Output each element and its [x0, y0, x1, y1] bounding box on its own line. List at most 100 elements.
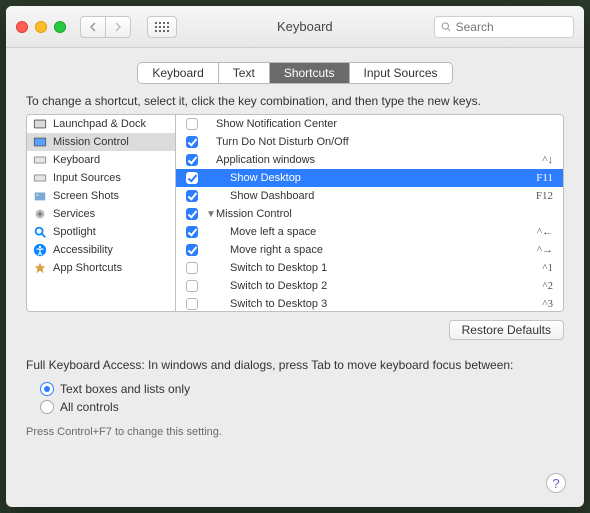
mission-icon [33, 135, 47, 149]
checkbox[interactable] [186, 136, 198, 148]
hint-text: Press Control+F7 to change this setting. [6, 420, 584, 444]
traffic-lights [16, 21, 66, 33]
checkbox[interactable] [186, 244, 198, 256]
checkbox[interactable] [186, 226, 198, 238]
checkbox[interactable] [186, 172, 198, 184]
shortcut-key: ^↓ [542, 154, 553, 166]
spotlight-icon [33, 225, 47, 239]
radio-option[interactable]: Text boxes and lists only [40, 380, 550, 398]
category-label: Mission Control [53, 136, 129, 148]
checkbox[interactable] [186, 154, 198, 166]
accessibility-icon [33, 243, 47, 257]
zoom-icon[interactable] [54, 21, 66, 33]
shortcut-key: F11 [536, 172, 553, 184]
shortcut-key: ^→ [537, 244, 553, 256]
checkbox[interactable] [186, 208, 198, 220]
shortcut-label: Show Dashboard [216, 190, 536, 202]
shortcut-row[interactable]: Application windows^↓ [176, 151, 563, 169]
shortcut-label: Show Notification Center [216, 118, 553, 130]
category-label: App Shortcuts [53, 262, 122, 274]
shortcut-row[interactable]: Move left a space^← [176, 223, 563, 241]
keyboard-icon [33, 153, 47, 167]
radio-icon[interactable] [40, 400, 54, 414]
help-button[interactable]: ? [546, 473, 566, 493]
shortcut-label: Move left a space [216, 226, 537, 238]
shortcut-label: Turn Do Not Disturb On/Off [216, 136, 553, 148]
shortcut-key: ^1 [542, 262, 553, 274]
category-input-sources[interactable]: Input Sources [27, 169, 175, 187]
tab-shortcuts[interactable]: Shortcuts [270, 63, 350, 83]
checkbox[interactable] [186, 118, 198, 130]
shortcut-key: ^2 [542, 280, 553, 292]
radio-option[interactable]: All controls [40, 398, 550, 416]
category-label: Services [53, 208, 95, 220]
checkbox[interactable] [186, 190, 198, 202]
checkbox[interactable] [186, 280, 198, 292]
disclosure-triangle-icon[interactable]: ▼ [206, 209, 216, 220]
titlebar: Keyboard [6, 6, 584, 48]
search-field[interactable] [434, 16, 574, 38]
shortcut-row[interactable]: Show Notification Center [176, 115, 563, 133]
shortcut-label: Mission Control [216, 208, 553, 220]
shortcut-label: Application windows [216, 154, 542, 166]
launchpad-icon [33, 117, 47, 131]
preferences-window: Keyboard KeyboardTextShortcutsInput Sour… [6, 6, 584, 507]
restore-defaults-button[interactable]: Restore Defaults [449, 320, 564, 340]
shortcut-key: ^← [537, 226, 553, 238]
shortcut-row[interactable]: Switch to Desktop 2^2 [176, 277, 563, 295]
shortcut-label: Show Desktop [216, 172, 536, 184]
shortcut-row[interactable]: Switch to Desktop 1^1 [176, 259, 563, 277]
tab-keyboard[interactable]: Keyboard [138, 63, 218, 83]
category-label: Keyboard [53, 154, 100, 166]
category-keyboard[interactable]: Keyboard [27, 151, 175, 169]
services-icon [33, 207, 47, 221]
radio-icon[interactable] [40, 382, 54, 396]
search-icon [441, 21, 452, 33]
category-label: Launchpad & Dock [53, 118, 146, 130]
tab-bar: KeyboardTextShortcutsInput Sources [6, 48, 584, 94]
category-services[interactable]: Services [27, 205, 175, 223]
shortcut-row[interactable]: Switch to Desktop 3^3 [176, 295, 563, 312]
shortcut-label: Switch to Desktop 3 [216, 298, 542, 310]
appshortcut-icon [33, 261, 47, 275]
category-label: Accessibility [53, 244, 113, 256]
shortcut-key: F12 [536, 190, 553, 202]
forward-button[interactable] [105, 16, 131, 38]
keyboard-access-radios: Text boxes and lists only All controls [6, 376, 584, 420]
category-list[interactable]: Launchpad & Dock Mission Control Keyboard I… [26, 114, 176, 312]
shortcut-list[interactable]: Show Notification Center Turn Do Not Dist… [176, 114, 564, 312]
tab-text[interactable]: Text [219, 63, 270, 83]
tab-input-sources[interactable]: Input Sources [350, 63, 452, 83]
show-all-button[interactable] [147, 16, 177, 38]
category-spotlight[interactable]: Spotlight [27, 223, 175, 241]
category-screen-shots[interactable]: Screen Shots [27, 187, 175, 205]
shortcut-row[interactable]: ▼Mission Control [176, 205, 563, 223]
category-mission-control[interactable]: Mission Control [27, 133, 175, 151]
grid-icon [155, 22, 169, 32]
shortcut-row[interactable]: Show DesktopF11 [176, 169, 563, 187]
checkbox[interactable] [186, 262, 198, 274]
category-label: Screen Shots [53, 190, 119, 202]
shortcut-row[interactable]: Show DashboardF12 [176, 187, 563, 205]
minimize-icon[interactable] [35, 21, 47, 33]
category-label: Input Sources [53, 172, 121, 184]
shortcut-key: ^3 [542, 298, 553, 310]
screenshot-icon [33, 189, 47, 203]
shortcut-row[interactable]: Move right a space^→ [176, 241, 563, 259]
checkbox[interactable] [186, 298, 198, 310]
shortcut-row[interactable]: Turn Do Not Disturb On/Off [176, 133, 563, 151]
shortcut-label: Move right a space [216, 244, 537, 256]
search-input[interactable] [456, 20, 567, 34]
window-title: Keyboard [277, 19, 333, 34]
shortcut-label: Switch to Desktop 2 [216, 280, 542, 292]
category-accessibility[interactable]: Accessibility [27, 241, 175, 259]
back-button[interactable] [80, 16, 106, 38]
nav-segment [80, 16, 131, 38]
input-icon [33, 171, 47, 185]
close-icon[interactable] [16, 21, 28, 33]
radio-label: All controls [60, 400, 119, 414]
radio-label: Text boxes and lists only [60, 382, 190, 396]
category-app-shortcuts[interactable]: App Shortcuts [27, 259, 175, 277]
instruction-text: To change a shortcut, select it, click t… [6, 94, 584, 114]
category-launchpad-dock[interactable]: Launchpad & Dock [27, 115, 175, 133]
